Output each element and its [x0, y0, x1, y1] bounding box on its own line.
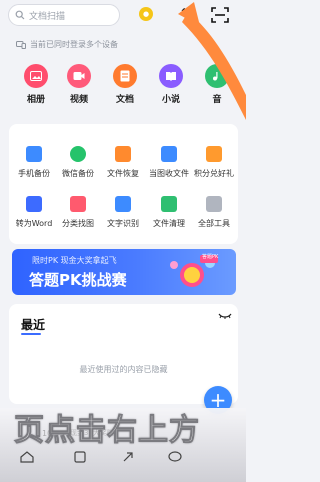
devices-icon: [16, 40, 26, 49]
multi-device-text: 当前已同时登录多个设备: [30, 40, 118, 49]
tool-label: 文字识别: [107, 219, 139, 228]
tool-points-gifts[interactable]: 积分兑好礼: [192, 146, 236, 179]
eye-hidden-icon[interactable]: [218, 312, 232, 320]
share-icon[interactable]: [122, 451, 134, 463]
multi-device-notice[interactable]: 当前已同时登录多个设备: [16, 39, 118, 50]
tool-label: 分类找图: [62, 219, 94, 228]
tool-all-tools[interactable]: 全部工具: [192, 196, 236, 229]
search-box[interactable]: 文档扫描: [8, 4, 120, 26]
tool-label: 文件清理: [153, 219, 185, 228]
search-placeholder: 文档扫描: [29, 11, 66, 22]
category-document[interactable]: 文档: [107, 64, 143, 105]
arrow-pointer-icon: [178, 2, 246, 120]
files-icon[interactable]: [74, 451, 86, 463]
document-icon: [113, 64, 137, 88]
image-sort-icon: [70, 196, 86, 212]
tool-label: 转为Word: [15, 219, 53, 228]
pk-challenge-banner[interactable]: 限时PK 现金大奖拿起飞 答题PK挑战赛 答题PK: [12, 249, 236, 295]
recent-title-underline: [21, 333, 41, 335]
recent-card: 最近 最近使用过的内容已隐藏: [9, 304, 238, 404]
tool-wechat-backup[interactable]: 微信备份: [56, 146, 100, 179]
tutorial-caption: 页点击右上方: [14, 413, 200, 449]
ocr-icon: [115, 196, 131, 212]
chat-icon[interactable]: [168, 451, 182, 463]
tool-sort-images[interactable]: 分类找图: [56, 196, 100, 229]
tool-receive-files[interactable]: 当图收文件: [147, 146, 191, 179]
banner-title: 答题PK挑战赛: [29, 271, 127, 289]
grid-icon: [206, 196, 222, 212]
file-recovery-icon: [115, 146, 131, 162]
tool-text-recognition[interactable]: 文字识别: [101, 196, 145, 229]
phone-backup-icon: [26, 146, 42, 162]
tool-file-recovery[interactable]: 文件恢复: [101, 146, 145, 179]
word-icon: [26, 196, 42, 212]
gift-icon: [206, 146, 222, 162]
home-icon[interactable]: [20, 451, 34, 463]
banner-subtitle: 限时PK 现金大奖拿起飞: [32, 256, 117, 265]
tool-label: 手机备份: [18, 169, 50, 178]
search-icon: [15, 10, 25, 20]
album-icon: [24, 64, 48, 88]
recent-empty-text: 最近使用过的内容已隐藏: [79, 365, 168, 374]
receive-files-icon: [161, 146, 177, 162]
wechat-icon: [70, 146, 86, 162]
category-label: 相册: [26, 95, 45, 105]
category-album[interactable]: 相册: [18, 64, 54, 105]
category-label: 视频: [69, 95, 88, 105]
category-label: 文档: [115, 95, 134, 105]
tool-phone-backup[interactable]: 手机备份: [12, 146, 56, 179]
tool-file-cleanup[interactable]: 文件清理: [147, 196, 191, 229]
tool-label: 文件恢复: [107, 169, 139, 178]
tool-convert-word[interactable]: 转为Word: [12, 196, 56, 229]
cleanup-icon: [161, 196, 177, 212]
tool-label: 当图收文件: [149, 169, 189, 178]
tool-label: 全部工具: [198, 219, 230, 228]
recent-title: 最近: [21, 318, 46, 332]
tool-label: 微信备份: [62, 169, 94, 178]
tool-label: 积分兑好礼: [194, 169, 234, 178]
video-icon: [67, 64, 91, 88]
category-video[interactable]: 视频: [61, 64, 97, 105]
banner-badge: 答题PK: [202, 254, 219, 260]
